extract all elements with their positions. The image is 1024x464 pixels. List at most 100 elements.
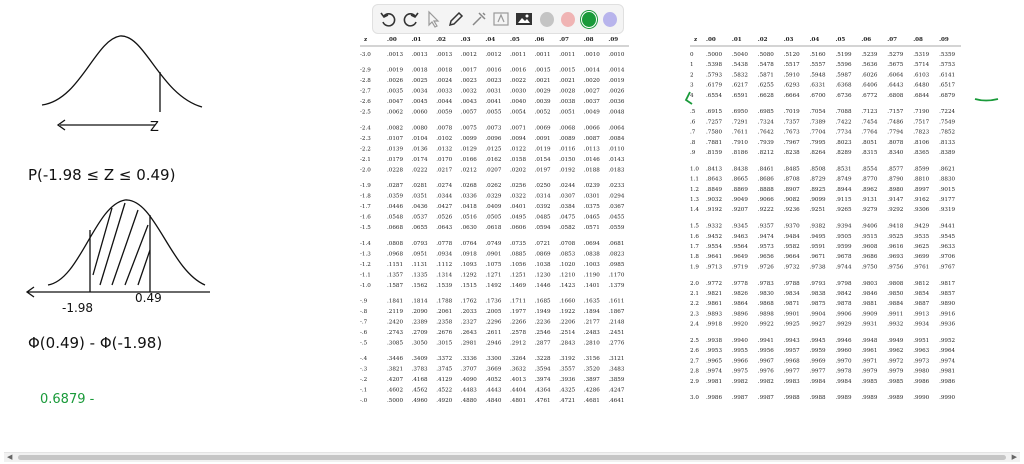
z-table-cell: .0125 [485,146,501,152]
z-table-cell: .0436 [412,204,428,210]
z-table-cell: .0643 [436,225,452,231]
z-table-cell: .0129 [461,146,477,152]
z-table-cell: .9525 [887,234,903,240]
z-table-cell: .0047 [387,99,403,105]
z-table-cell: .9608 [861,244,877,250]
pen-button[interactable] [447,9,466,29]
z-table-cell: .0038 [559,99,575,105]
whiteboard-canvas[interactable]: Z P(-1.98 ≤ Z ≤ 0.49) -1.98 0.49 Φ(0.49)… [0,0,1024,464]
z-table-cell: .7764 [861,130,877,136]
z-table-cell: .2327 [461,320,477,326]
z-table-cell: .2033 [461,309,477,315]
z-table-cell: .2514 [559,330,575,336]
pen-icon [449,11,464,27]
pointer-button[interactable] [424,9,443,29]
textbox-icon [493,12,509,26]
z-table-cell: .9686 [861,254,877,260]
z-table-cell: .0485 [535,215,551,221]
z-table-cell: .0044 [436,99,452,105]
scroll-right-arrow-icon[interactable]: ▶ [1012,453,1017,461]
tools-button[interactable] [469,9,488,29]
scrollbar-thumb[interactable] [18,455,1006,460]
z-table-cell: .4602 [387,388,403,394]
z-table-cell: .9370 [784,224,800,230]
z-table-cell: .3372 [436,356,452,362]
z-table-cell: .0934 [436,251,452,257]
z-table-row-label: -1.6 [360,215,371,221]
z-table-cell: .7019 [784,109,800,115]
z-table-cell: .5517 [784,62,800,68]
z-table-cell: .9192 [706,207,722,213]
z-table-cell: .0475 [559,215,575,221]
color-swatch-gray[interactable] [540,11,555,27]
z-table-cell: .0594 [535,225,551,231]
z-table-cell: .1003 [584,262,600,268]
z-table-cell: .0024 [436,78,452,84]
z-table-cell: .1685 [535,299,551,305]
z-table-cell: .0262 [485,183,501,189]
z-table-cell: .9066 [758,197,774,203]
z-table-cell: .2206 [559,320,575,326]
z-table-cell: .1230 [535,272,551,278]
z-table-cell: .0059 [436,110,452,116]
z-table-cell: .0212 [461,167,477,173]
z-table-cell: .9875 [810,301,826,307]
z-table-cell: .9948 [861,338,877,344]
z-table-cell: .0019 [387,68,403,74]
z-table-header-cell: .06 [861,37,871,43]
scroll-left-arrow-icon[interactable]: ◀ [7,453,12,461]
textbox-button[interactable] [492,9,511,29]
z-table-cell: .0548 [387,215,403,221]
z-table-cell: .0170 [436,157,452,163]
z-table-cell: .9495 [810,234,826,240]
color-swatch-green[interactable] [582,11,597,27]
z-table-cell: .0143 [608,157,624,163]
z-table-cell: .0721 [535,241,551,247]
z-table-cell: .9982 [758,379,774,385]
z-table-cell: .9987 [732,395,748,401]
z-table-header-cell: .06 [535,37,545,43]
z-table-cell: .0030 [510,89,526,95]
z-table-cell: .2296 [485,320,501,326]
z-table-cell: .6480 [913,83,929,89]
color-swatch-pink[interactable] [561,11,576,27]
z-table-cell: .0455 [608,215,624,221]
z-table-cell: .8962 [861,187,877,193]
z-table-cell: .8830 [939,177,955,183]
z-table-cell: .0029 [535,89,551,95]
z-table-cell: .1539 [436,283,452,289]
z-table-cell: .9987 [758,395,774,401]
z-table-cell: .2578 [510,330,526,336]
z-table-row-label: 2.5 [690,338,699,344]
z-table-row-label: -1.0 [360,283,371,289]
z-table-cell: .9778 [732,281,748,287]
z-table-cell: .1762 [461,299,477,305]
z-table-cell: .7823 [913,130,929,136]
redo-button[interactable] [402,9,421,29]
z-table-cell: .1492 [485,283,501,289]
z-table-cell: .5871 [758,72,774,78]
z-table-cell: .0217 [436,167,452,173]
z-table-header-cell: .00 [706,37,716,43]
z-table-cell: .7257 [706,119,722,125]
z-table-cell: .0010 [608,52,624,58]
z-table-row-label: .6 [690,119,696,125]
z-table-cell: .9980 [913,369,929,375]
z-table-cell: .9887 [913,301,929,307]
z-table-cell: .0559 [608,225,624,231]
z-table-cell: .0495 [510,215,526,221]
z-table-cell: .9990 [939,395,955,401]
color-swatch-lavender[interactable] [603,11,617,27]
z-table-cell: .9222 [758,207,774,213]
z-table-cell: .0071 [510,125,526,131]
z-table-row-label: 1.4 [690,207,699,213]
z-table-row-label: 1.6 [690,234,699,240]
z-table-cell: .0735 [510,241,526,247]
z-table-cell: .4404 [510,388,526,394]
horizontal-scrollbar[interactable]: ◀ ▶ [4,452,1020,462]
image-button[interactable] [515,9,534,29]
z-table-cell: .4286 [584,388,600,394]
z-table-cell: .9975 [732,369,748,375]
z-table-cell: .5832 [732,72,748,78]
undo-button[interactable] [379,9,398,29]
